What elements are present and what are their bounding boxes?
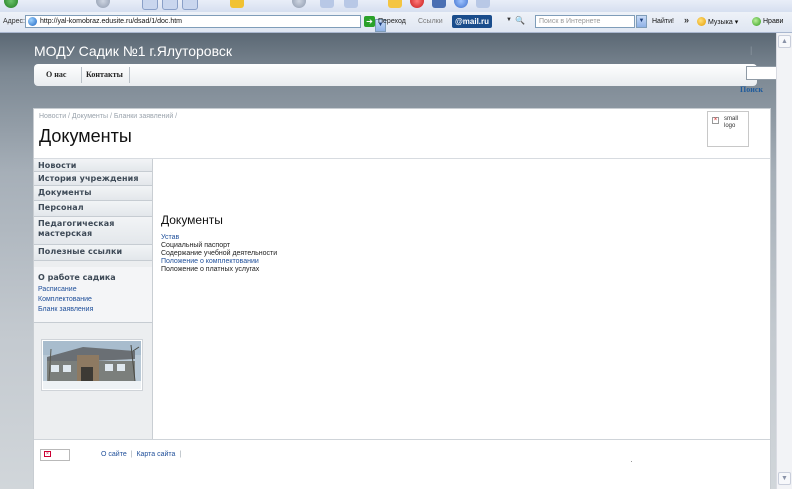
edit-icon[interactable] bbox=[388, 0, 402, 8]
breadcrumb[interactable]: Новости / Документы / Бланки заявлений / bbox=[39, 113, 177, 120]
site-title[interactable]: МОДУ Садик №1 г.Ялуторовск bbox=[34, 43, 232, 59]
find-button[interactable]: Найти! bbox=[652, 18, 674, 25]
nav-separator bbox=[81, 67, 82, 83]
top-navigation: О нас Контакты bbox=[34, 64, 757, 86]
nav-item-contacts[interactable]: Контакты bbox=[86, 70, 123, 79]
footer-links: О сайте | Карта сайта | bbox=[101, 451, 183, 458]
document-item: Содержание учебной деятельности bbox=[161, 250, 278, 257]
sidebar-item-staff[interactable]: Персонал bbox=[34, 201, 152, 217]
research-icon[interactable] bbox=[432, 0, 446, 8]
go-arrow-icon: ➔ bbox=[364, 16, 375, 27]
document-item: Социальный паспорт bbox=[161, 242, 231, 249]
nav-item-about[interactable]: О нас bbox=[46, 70, 66, 79]
mail-icon[interactable] bbox=[320, 0, 334, 8]
vertical-scrollbar[interactable]: ▲ ▼ bbox=[776, 33, 792, 489]
mailru-logo[interactable]: @mail.ru bbox=[452, 15, 493, 28]
search-magnifier-icon[interactable]: 🔍 bbox=[515, 16, 525, 25]
scroll-up-icon[interactable]: ▲ bbox=[778, 35, 791, 48]
small-logo-image: × small logo bbox=[707, 111, 749, 147]
document-link[interactable]: Положение о комплектовании bbox=[161, 258, 259, 265]
internet-search-input[interactable]: Поиск в Интернете bbox=[535, 15, 635, 28]
go-label: Переход bbox=[378, 18, 406, 25]
mailru-dropdown-icon[interactable]: ▼ bbox=[506, 17, 512, 23]
history-icon[interactable] bbox=[292, 0, 306, 8]
url-text: http://yal-komobraz.edusite.ru/dsad/1/do… bbox=[40, 18, 183, 25]
sidebar-item-news[interactable]: Новости bbox=[34, 159, 152, 172]
document-link[interactable]: Устав bbox=[161, 234, 179, 241]
stray-pixel bbox=[631, 461, 632, 462]
back-icon[interactable] bbox=[4, 0, 18, 8]
documents-heading: Документы bbox=[161, 213, 223, 227]
kindergarten-building-image bbox=[43, 341, 141, 389]
like-icon bbox=[752, 17, 761, 26]
like-button[interactable]: Нрави bbox=[763, 18, 783, 25]
music-button[interactable]: Музыка ▾ bbox=[708, 18, 738, 26]
broken-image-icon: × bbox=[712, 117, 719, 124]
go-button[interactable]: ➔ Переход bbox=[364, 16, 406, 27]
url-input[interactable]: http://yal-komobraz.edusite.ru/dsad/1/do… bbox=[25, 15, 386, 32]
logo-alt-text: small logo bbox=[724, 116, 739, 129]
site-search-input[interactable] bbox=[746, 66, 776, 80]
search-dropdown-icon[interactable]: ▼ bbox=[636, 15, 647, 28]
home-icon[interactable] bbox=[182, 0, 198, 10]
stop-icon[interactable] bbox=[142, 0, 158, 10]
page-title: Документы bbox=[39, 126, 132, 146]
footer-separator: | bbox=[179, 451, 182, 458]
messenger-icon[interactable] bbox=[410, 0, 424, 8]
footer-divider bbox=[34, 439, 770, 440]
refresh-icon[interactable] bbox=[162, 0, 178, 10]
sidebar-subsection: О работе садика Расписание Комплектовани… bbox=[34, 267, 152, 323]
footer-link-sitemap[interactable]: Карта сайта bbox=[136, 451, 175, 458]
link-enrollment[interactable]: Комплектование bbox=[38, 296, 92, 303]
link-application-form[interactable]: Бланк заявления bbox=[38, 306, 93, 313]
links-label[interactable]: Ссылки bbox=[418, 18, 443, 25]
extra-icon[interactable] bbox=[476, 0, 490, 8]
footer-separator: | bbox=[130, 451, 133, 458]
sidebar-item-useful-links[interactable]: Полезные ссылки bbox=[34, 245, 152, 261]
link-schedule[interactable]: Расписание bbox=[38, 286, 77, 293]
content-panel: Новости / Документы / Бланки заявлений /… bbox=[33, 108, 771, 489]
nav-separator bbox=[129, 67, 130, 83]
favorites-icon[interactable] bbox=[230, 0, 244, 8]
address-bar: Адрес: http://yal-komobraz.edusite.ru/ds… bbox=[0, 12, 792, 33]
header-divider: | bbox=[750, 45, 753, 55]
subsection-title: О работе садика bbox=[38, 273, 116, 282]
forward-icon[interactable] bbox=[96, 0, 110, 8]
address-label: Адрес: bbox=[3, 18, 25, 25]
music-icon bbox=[697, 17, 706, 26]
sidebar-item-workshop[interactable]: Педагогическая мастерская bbox=[34, 217, 152, 245]
document-item: Положение о платных услугах bbox=[161, 266, 260, 273]
footer-link-about[interactable]: О сайте bbox=[101, 451, 127, 458]
tools-icon[interactable] bbox=[454, 0, 468, 8]
sidebar-item-documents[interactable]: Документы bbox=[34, 186, 152, 201]
broken-image-icon: × bbox=[44, 451, 51, 457]
page-icon bbox=[28, 17, 37, 26]
toolbar-overflow-icon[interactable]: » bbox=[684, 15, 689, 25]
print-icon[interactable] bbox=[344, 0, 358, 8]
sidebar: Новости История учреждения Документы Пер… bbox=[34, 159, 153, 439]
site-search-button[interactable]: Поиск bbox=[740, 85, 763, 94]
building-photo bbox=[41, 339, 143, 391]
page-viewport: МОДУ Садик №1 г.Ялуторовск | О нас Конта… bbox=[0, 33, 776, 489]
browser-toolbar bbox=[0, 0, 792, 12]
sidebar-item-history[interactable]: История учреждения bbox=[34, 172, 152, 186]
footer-counter-image[interactable]: × bbox=[40, 449, 70, 461]
scroll-down-icon[interactable]: ▼ bbox=[778, 472, 791, 485]
